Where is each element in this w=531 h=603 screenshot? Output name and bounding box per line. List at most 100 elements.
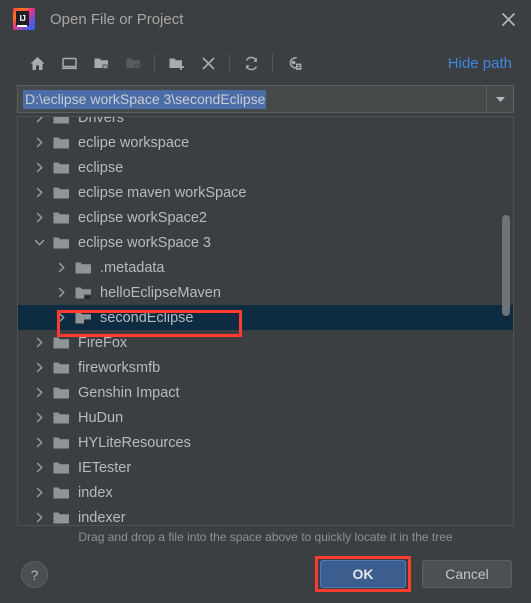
ok-button[interactable]: OK bbox=[320, 560, 406, 588]
chevron-right-icon[interactable] bbox=[32, 386, 46, 400]
tree-row-label: HuDun bbox=[78, 409, 124, 426]
chevron-right-icon[interactable] bbox=[54, 286, 68, 300]
tree-row[interactable]: indexer bbox=[18, 505, 513, 526]
folder-icon bbox=[53, 486, 70, 500]
folder-icon bbox=[53, 436, 70, 450]
tree-row-label: eclipse maven workSpace bbox=[78, 184, 247, 201]
tree-row-label: FireFox bbox=[78, 334, 128, 351]
tree-row-label: eclipse workSpace2 bbox=[78, 209, 207, 226]
intellij-logo-underline bbox=[17, 25, 27, 27]
chevron-right-icon[interactable] bbox=[32, 486, 46, 500]
folder-icon bbox=[53, 336, 70, 350]
tree-row[interactable]: eclipse maven workSpace bbox=[18, 180, 513, 205]
tree-row[interactable]: eclipse workSpace 3 bbox=[18, 230, 513, 255]
file-tree: Drivers eclipe workspace eclipse eclipse ma… bbox=[18, 116, 513, 526]
tree-row[interactable]: helloEclipseMaven bbox=[18, 280, 513, 305]
chevron-right-icon[interactable] bbox=[32, 211, 46, 225]
file-tree-panel[interactable]: Drivers eclipe workspace eclipse eclipse ma… bbox=[17, 116, 514, 526]
tree-row-label: eclipse bbox=[78, 159, 124, 176]
folder-icon bbox=[53, 386, 70, 400]
tree-row[interactable]: IETester bbox=[18, 455, 513, 480]
chevron-right-icon[interactable] bbox=[32, 336, 46, 350]
tree-row-label: eclipe workspace bbox=[78, 134, 190, 151]
tree-row[interactable]: .metadata bbox=[18, 255, 513, 280]
help-button[interactable]: ? bbox=[21, 561, 48, 588]
tree-row-label: Drivers bbox=[78, 116, 124, 126]
hide-path-link[interactable]: Hide path bbox=[448, 55, 512, 72]
folder-icon bbox=[53, 236, 70, 250]
dialog-title: Open File or Project bbox=[50, 10, 184, 28]
folder-icon bbox=[53, 161, 70, 175]
tree-row[interactable]: eclipse workSpace2 bbox=[18, 205, 513, 230]
folder-up-icon[interactable] bbox=[85, 48, 117, 78]
tree-row[interactable]: HuDun bbox=[18, 405, 513, 430]
tree-row[interactable]: fireworksmfb bbox=[18, 355, 513, 380]
intellij-logo-icon: IJ bbox=[13, 8, 35, 30]
tree-row-label: HYLiteResources bbox=[78, 434, 191, 451]
tree-row[interactable]: Genshin Impact bbox=[18, 380, 513, 405]
navigation-toolbar: Hide path bbox=[0, 44, 531, 82]
project-folder-icon bbox=[117, 48, 149, 78]
tree-row-label: IETester bbox=[78, 459, 132, 476]
module-folder-icon bbox=[75, 311, 92, 325]
desktop-icon[interactable] bbox=[53, 48, 85, 78]
path-history-dropdown-button[interactable] bbox=[487, 85, 514, 113]
path-input-value: D:\eclipse workSpace 3\secondEclipse bbox=[23, 89, 267, 109]
tree-row[interactable]: eclipe workspace bbox=[18, 130, 513, 155]
tree-row-label: fireworksmfb bbox=[78, 359, 161, 376]
chevron-right-icon[interactable] bbox=[32, 136, 46, 150]
chevron-right-icon[interactable] bbox=[32, 436, 46, 450]
path-row: D:\eclipse workSpace 3\secondEclipse bbox=[17, 85, 514, 113]
folder-icon bbox=[53, 117, 70, 125]
tree-row-label: .metadata bbox=[100, 259, 165, 276]
tree-row[interactable]: HYLiteResources bbox=[18, 430, 513, 455]
tree-row[interactable]: secondEclipse bbox=[18, 305, 513, 330]
tree-row[interactable]: eclipse bbox=[18, 155, 513, 180]
toolbar-separator bbox=[229, 54, 230, 72]
tree-row-label: index bbox=[78, 484, 113, 501]
chevron-right-icon[interactable] bbox=[32, 511, 46, 525]
delete-icon[interactable] bbox=[192, 48, 224, 78]
chevron-right-icon[interactable] bbox=[32, 161, 46, 175]
open-file-or-project-dialog: IJ Open File or Project Hide path D:\ecl… bbox=[0, 0, 531, 603]
tree-scrollbar-track[interactable] bbox=[501, 118, 512, 524]
show-hidden-files-icon[interactable] bbox=[278, 48, 310, 78]
folder-icon bbox=[53, 211, 70, 225]
home-icon[interactable] bbox=[21, 48, 53, 78]
chevron-right-icon[interactable] bbox=[54, 261, 68, 275]
toolbar-separator bbox=[154, 54, 155, 72]
close-icon[interactable] bbox=[485, 0, 531, 38]
tree-row-label: indexer bbox=[78, 509, 126, 526]
drag-drop-hint: Drag and drop a file into the space abov… bbox=[78, 530, 453, 544]
tree-row-label: helloEclipseMaven bbox=[100, 284, 221, 301]
tree-row[interactable]: Drivers bbox=[18, 116, 513, 130]
folder-icon bbox=[53, 411, 70, 425]
chevron-right-icon[interactable] bbox=[32, 461, 46, 475]
folder-icon bbox=[75, 261, 92, 275]
chevron-down-icon[interactable] bbox=[32, 236, 46, 250]
path-input[interactable]: D:\eclipse workSpace 3\secondEclipse bbox=[17, 85, 487, 113]
cancel-button[interactable]: Cancel bbox=[422, 560, 512, 588]
chevron-right-icon[interactable] bbox=[32, 186, 46, 200]
folder-icon bbox=[53, 511, 70, 525]
refresh-icon[interactable] bbox=[235, 48, 267, 78]
intellij-logo-text: IJ bbox=[16, 11, 29, 26]
chevron-right-icon[interactable] bbox=[32, 361, 46, 375]
tree-row[interactable]: index bbox=[18, 480, 513, 505]
tree-row-label: eclipse workSpace 3 bbox=[78, 234, 211, 251]
tree-row-label: secondEclipse bbox=[100, 309, 194, 326]
folder-icon bbox=[53, 361, 70, 375]
chevron-right-icon[interactable] bbox=[54, 311, 68, 325]
new-folder-icon[interactable] bbox=[160, 48, 192, 78]
toolbar-separator bbox=[272, 54, 273, 72]
title-bar: IJ Open File or Project bbox=[0, 0, 531, 38]
tree-row[interactable]: FireFox bbox=[18, 330, 513, 355]
chevron-right-icon[interactable] bbox=[32, 411, 46, 425]
chevron-right-icon[interactable] bbox=[32, 117, 46, 125]
folder-icon bbox=[53, 136, 70, 150]
folder-icon bbox=[53, 461, 70, 475]
tree-scrollbar-thumb[interactable] bbox=[502, 215, 510, 316]
module-folder-icon bbox=[75, 286, 92, 300]
tree-row-label: Genshin Impact bbox=[78, 384, 180, 401]
folder-icon bbox=[53, 186, 70, 200]
